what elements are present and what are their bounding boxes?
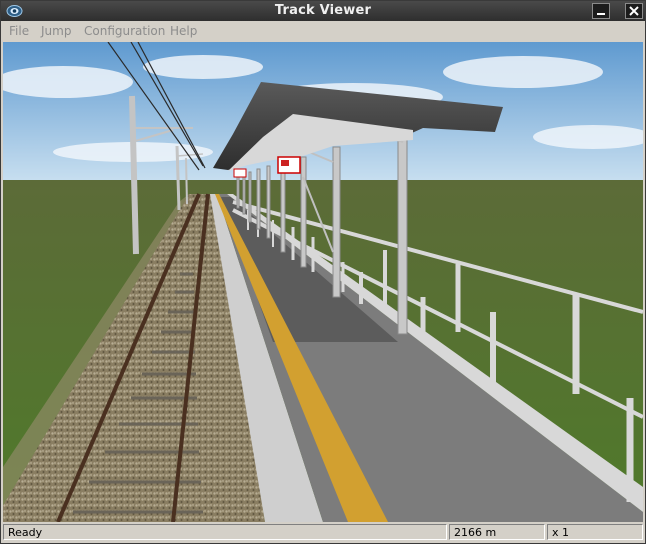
menu-file[interactable]: File <box>9 24 29 38</box>
close-icon <box>629 6 639 16</box>
menu-help[interactable]: Help <box>170 24 197 38</box>
3d-viewport[interactable] <box>3 42 643 522</box>
menu-configuration[interactable]: Configuration <box>84 24 165 38</box>
title-bar[interactable]: Track Viewer <box>1 1 645 21</box>
menu-bar: File Jump Configuration Help <box>1 22 645 41</box>
status-text: Ready <box>3 524 447 540</box>
minimize-icon <box>597 13 605 15</box>
minimize-button[interactable] <box>592 3 610 19</box>
window-title: Track Viewer <box>274 3 372 18</box>
close-button[interactable] <box>625 3 643 19</box>
track-viewer-window: Track Viewer File Jump Configuration Hel… <box>0 0 646 544</box>
status-bar: Ready 2166 m x 1 <box>1 522 645 543</box>
speed-multiplier: x 1 <box>547 524 643 540</box>
distance-readout: 2166 m <box>449 524 545 540</box>
menu-jump[interactable]: Jump <box>41 24 71 38</box>
